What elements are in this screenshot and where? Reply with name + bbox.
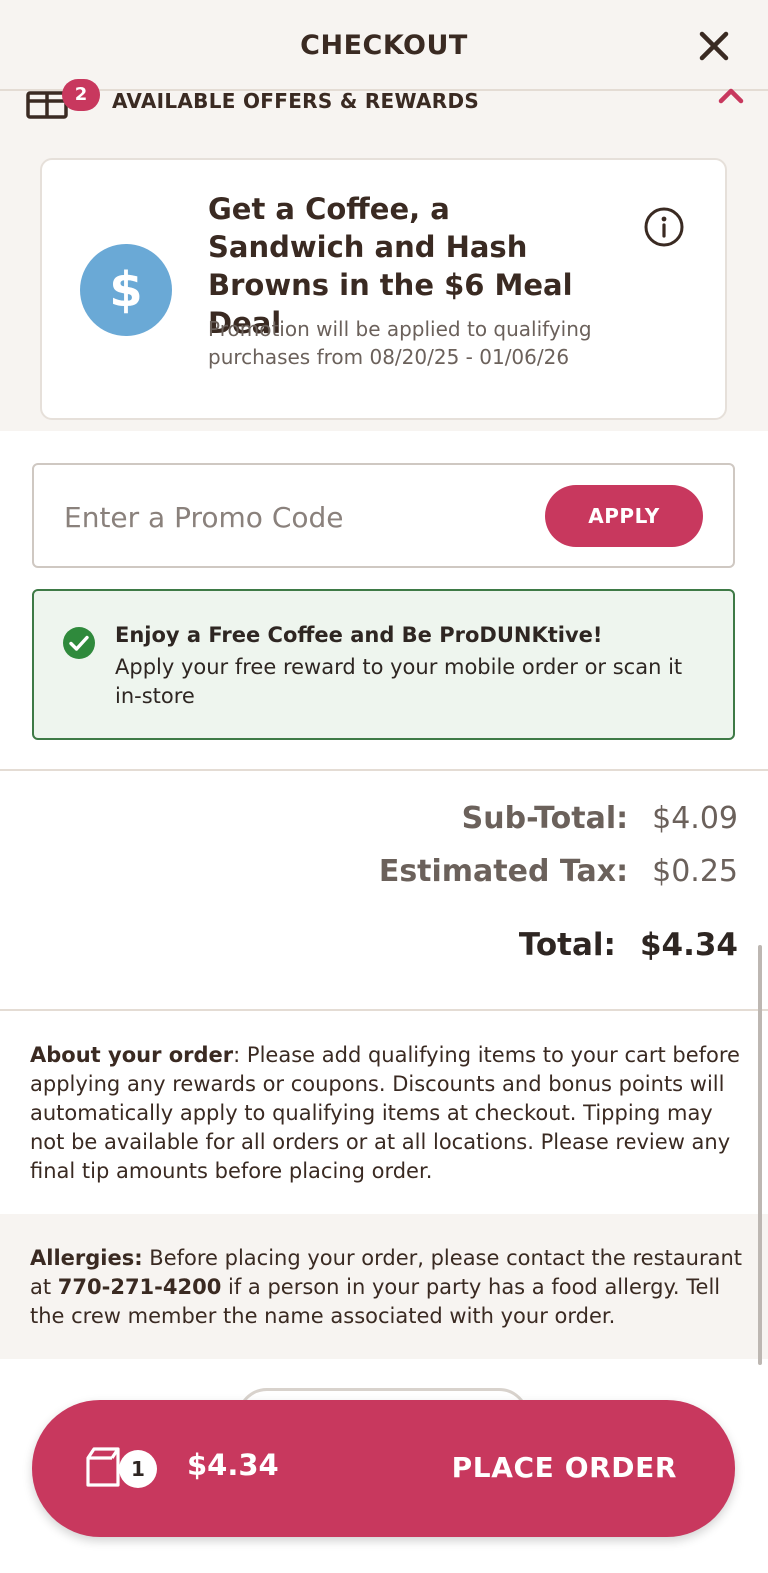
promo-code-box: APPLY xyxy=(32,463,735,568)
tax-label: Estimated Tax: xyxy=(378,854,629,889)
allergies-heading: Allergies: xyxy=(30,1246,143,1270)
check-circle-icon xyxy=(62,626,96,660)
about-order-text: About your order: Please add qualifying … xyxy=(30,1041,740,1186)
cart-count-badge: 1 xyxy=(119,1450,157,1488)
bag-icon xyxy=(84,1446,122,1488)
total-label: Total: xyxy=(518,927,616,963)
subtotal-value: $4.09 xyxy=(652,801,738,836)
subtotal-row: Sub-Total: $4.09 xyxy=(462,801,738,836)
reward-notice: Enjoy a Free Coffee and Be ProDUNKtive! … xyxy=(32,589,735,740)
divider xyxy=(0,1009,768,1011)
allergies-section: Allergies: Before placing your order, pl… xyxy=(0,1214,768,1359)
offers-count-badge: 2 xyxy=(62,79,100,111)
total-value: $4.34 xyxy=(639,927,738,963)
offer-card[interactable]: $ Get a Coffee, a Sandwich and Hash Brow… xyxy=(40,158,727,420)
apply-button[interactable]: APPLY xyxy=(545,485,703,547)
offers-section: 2 AVAILABLE OFFERS & REWARDS $ Get a Cof… xyxy=(0,79,768,431)
checkout-header: CHECKOUT xyxy=(0,0,768,91)
subtotal-label: Sub-Total: xyxy=(461,801,629,836)
page-title: CHECKOUT xyxy=(300,30,468,61)
place-order-label: PLACE ORDER xyxy=(451,1451,677,1484)
place-order-button[interactable]: 1 $4.34 PLACE ORDER xyxy=(32,1400,735,1537)
reward-title: Enjoy a Free Coffee and Be ProDUNKtive! xyxy=(115,623,603,647)
total-row: Total: $4.34 xyxy=(519,927,738,963)
divider xyxy=(0,769,768,771)
allergies-text: Allergies: Before placing your order, pl… xyxy=(30,1244,745,1331)
promo-code-input[interactable] xyxy=(64,495,534,539)
about-heading: About your order xyxy=(30,1043,234,1067)
offers-toggle[interactable]: 2 AVAILABLE OFFERS & REWARDS xyxy=(26,79,746,121)
restaurant-phone: 770-271-4200 xyxy=(57,1275,222,1299)
scrollbar[interactable] xyxy=(758,945,762,1365)
offers-label: AVAILABLE OFFERS & REWARDS xyxy=(112,89,480,113)
reward-description: Apply your free reward to your mobile or… xyxy=(115,655,683,708)
info-icon[interactable] xyxy=(643,206,685,248)
tax-row: Estimated Tax: $0.25 xyxy=(379,854,738,889)
tax-value: $0.25 xyxy=(652,854,738,889)
chevron-up-icon[interactable] xyxy=(716,85,746,107)
close-icon[interactable] xyxy=(694,26,734,66)
offer-description: Promotion will be applied to qualifying … xyxy=(208,317,592,369)
order-amount: $4.34 xyxy=(187,1448,279,1482)
dollar-icon: $ xyxy=(80,244,172,336)
